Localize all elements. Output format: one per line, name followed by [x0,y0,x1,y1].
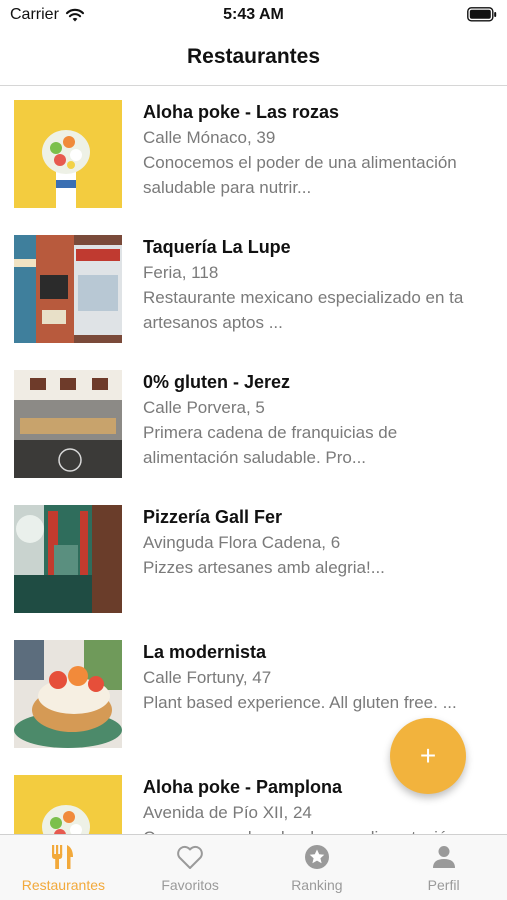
restaurant-thumbnail [14,235,122,343]
restaurant-info: Aloha poke - Las rozas Calle Mónaco, 39 … [143,99,507,200]
restaurant-info: Taquería La Lupe Feria, 118 Restaurante … [143,234,507,335]
restaurant-thumbnail [14,100,122,208]
restaurant-address: Feria, 118 [143,263,219,282]
description-line: Primera cadena de franquicias de [143,423,398,442]
restaurant-description: Conocemos el poder de una alimentación [143,825,507,834]
restaurant-row[interactable]: Pizzería Gall Fer Avinguda Flora Cadena,… [0,492,507,627]
description-line: saludable para nutrir... [143,178,312,197]
add-restaurant-button[interactable]: + [390,718,466,794]
restaurant-row[interactable]: Taquería La Lupe Feria, 118 Restaurante … [0,222,507,357]
status-time: 5:43 AM [223,6,284,23]
restaurant-address: Calle Mónaco, 39 [143,128,276,147]
heart-icon [177,845,203,869]
description-line: Restaurante mexicano especializado en ta [143,288,464,307]
tab-perfil[interactable]: Perfil [380,835,507,900]
battery-icon [467,7,497,22]
restaurant-thumbnail [14,640,122,748]
tab-bar: Restaurantes Favoritos Ranking Perfil [0,834,507,900]
restaurant-name: 0% gluten - Jerez [143,372,291,392]
restaurant-info: 0% gluten - Jerez Calle Porvera, 5 Prime… [143,369,507,470]
tab-label: Perfil [427,877,460,893]
restaurant-info: La modernista Calle Fortuny, 47 Plant ba… [143,639,507,715]
description-line: artesanos aptos ... [143,313,283,332]
description-line: Conocemos el poder de una alimentación [143,153,457,172]
description-line: alimentación saludable. Pro... [143,448,367,467]
restaurant-name: Taquería La Lupe [143,237,291,257]
page-title: Restaurantes [186,45,321,68]
description-line: Plant based experience. All gluten free.… [143,693,457,712]
restaurant-description: Plant based experience. All gluten free.… [143,690,507,715]
tab-label: Ranking [291,877,343,893]
restaurant-thumbnail [14,775,122,834]
plus-icon: + [419,740,437,771]
restaurant-description: Conocemos el poder de una alimentación s… [143,150,507,200]
restaurant-description: Restaurante mexicano especializado en ta… [143,285,507,335]
restaurant-thumbnail [14,370,122,478]
star-icon [304,845,329,869]
navigation-bar: Restaurantes [0,32,507,86]
restaurant-address: Calle Porvera, 5 [143,398,265,417]
restaurant-info: Pizzería Gall Fer Avinguda Flora Cadena,… [143,504,507,580]
restaurant-thumbnail [14,505,122,613]
fork-knife-icon [52,845,74,869]
restaurant-address: Calle Fortuny, 47 [143,668,272,687]
restaurant-address: Avenida de Pío XII, 24 [143,803,312,822]
description-line: Pizzes artesanes amb alegria!... [143,558,385,577]
tab-label: Restaurantes [21,877,106,893]
description-line: Conocemos el poder de una alimentación [143,825,507,834]
restaurant-description: Primera cadena de franquicias de aliment… [143,420,507,470]
restaurant-row[interactable]: Aloha poke - Las rozas Calle Mónaco, 39 … [0,87,507,222]
tab-restaurantes[interactable]: Restaurantes [0,835,127,900]
tab-label: Favoritos [161,877,219,893]
restaurant-row[interactable]: 0% gluten - Jerez Calle Porvera, 5 Prime… [0,357,507,492]
restaurant-address: Avinguda Flora Cadena, 6 [143,533,341,552]
tab-ranking[interactable]: Ranking [254,835,381,900]
person-icon [432,846,455,868]
status-bar: Carrier 5:43 AM [0,0,507,32]
restaurant-name: La modernista [143,642,267,662]
restaurant-name: Aloha poke - Las rozas [143,102,340,122]
tab-favoritos[interactable]: Favoritos [127,835,254,900]
restaurant-description: Pizzes artesanes amb alegria!... [143,555,507,580]
restaurant-name: Pizzería Gall Fer [143,507,283,527]
